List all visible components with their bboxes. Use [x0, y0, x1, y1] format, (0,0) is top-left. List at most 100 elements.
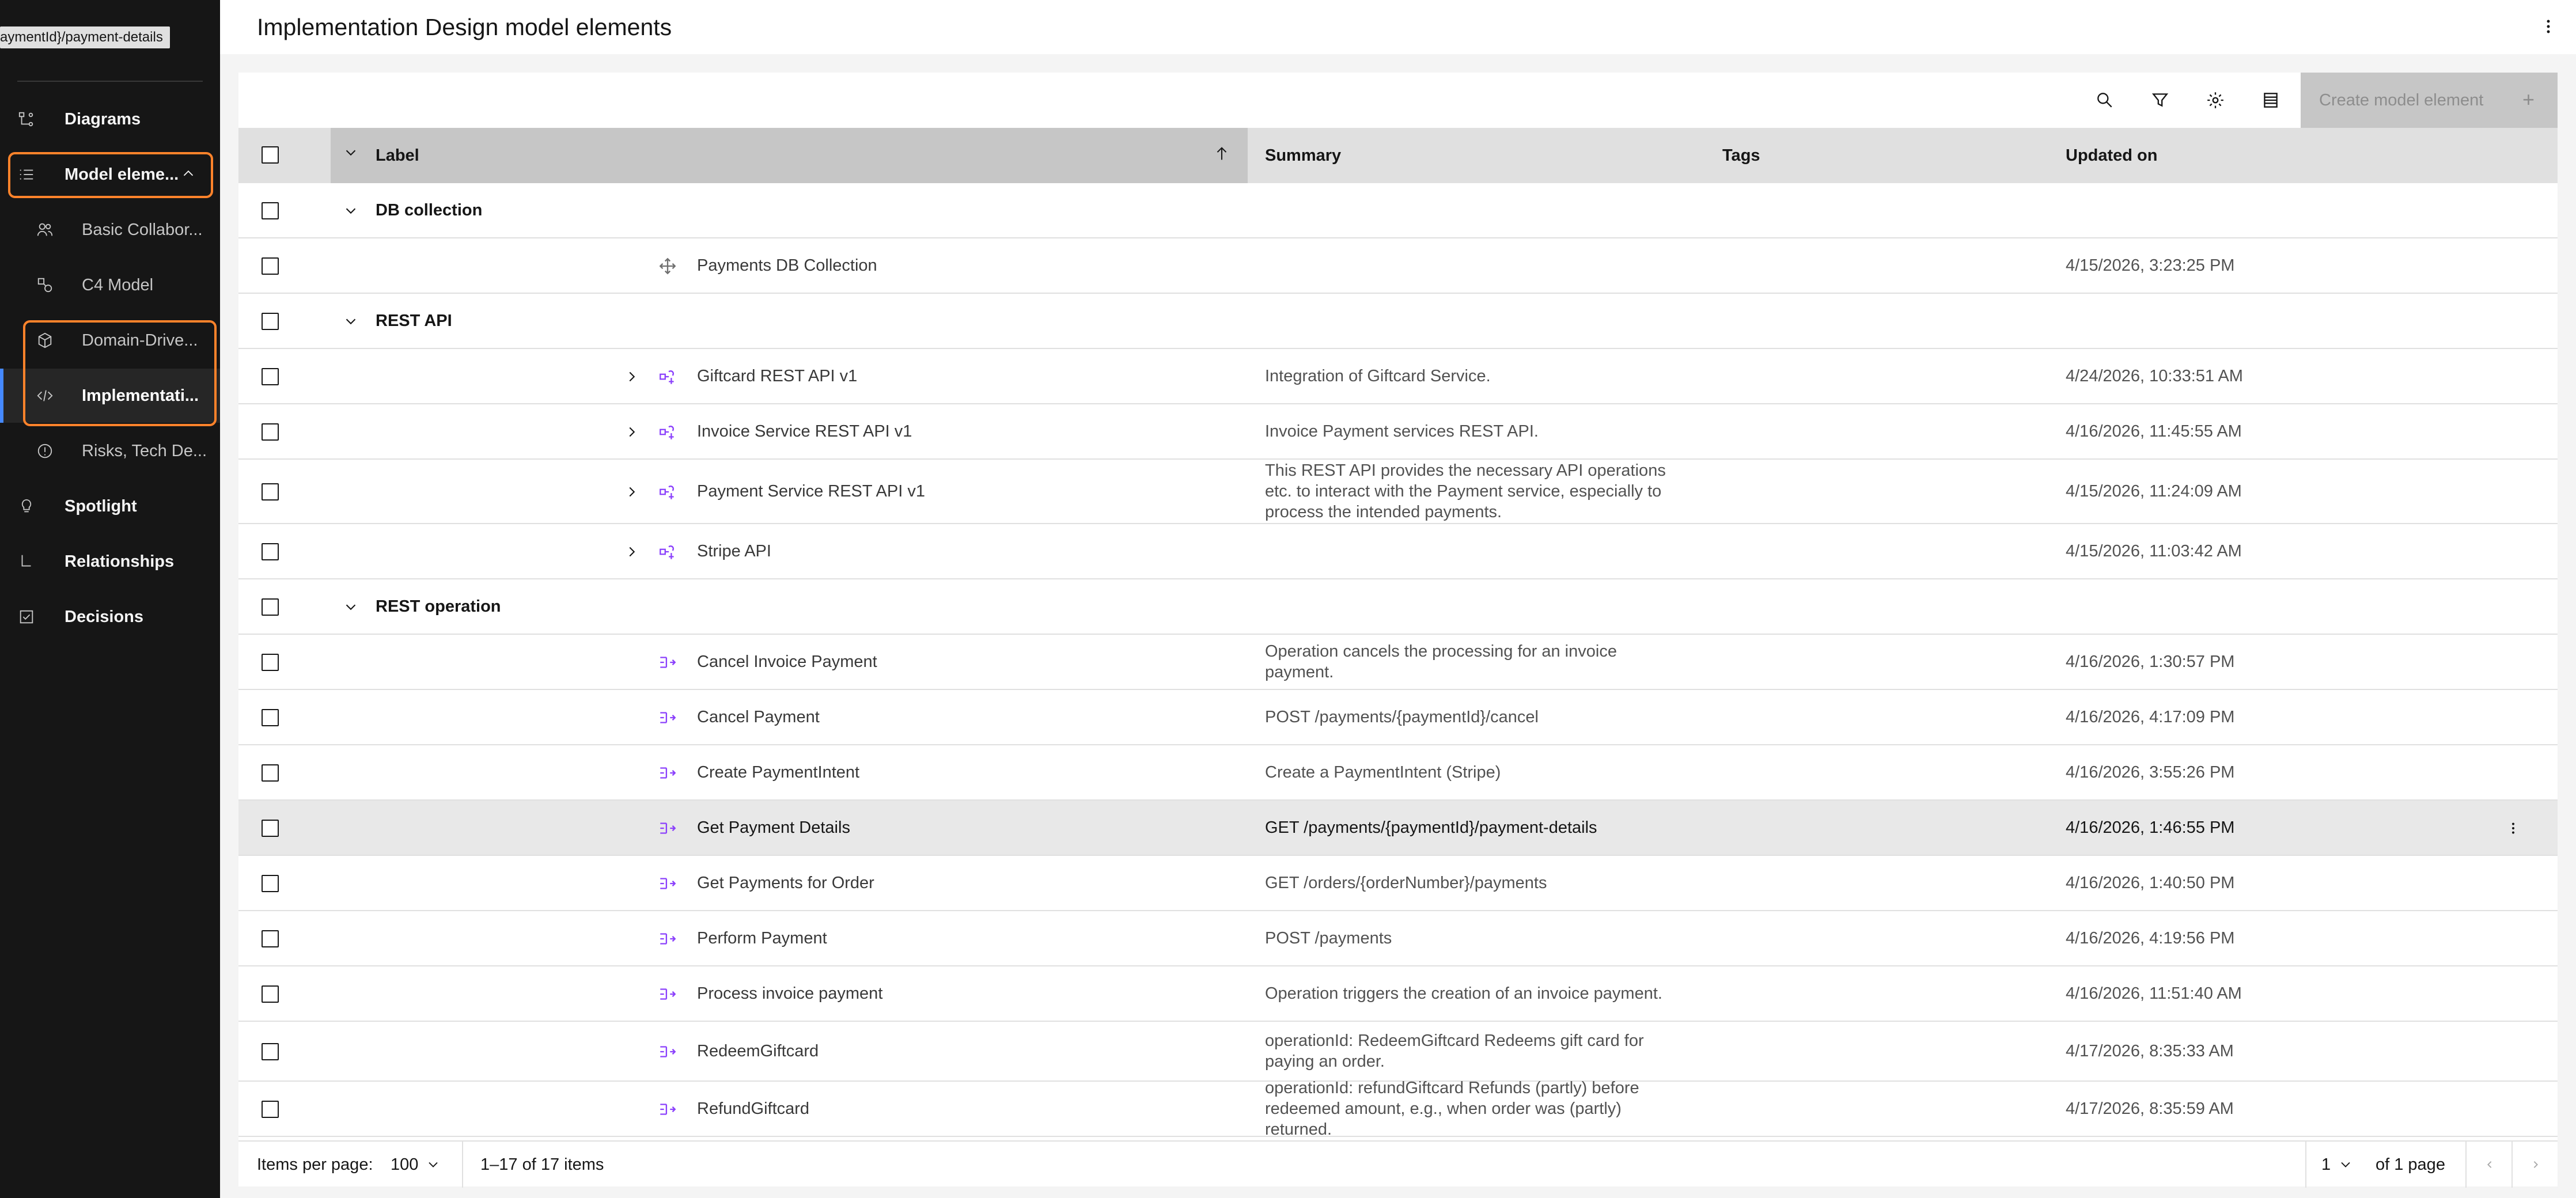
row-checkbox[interactable]: [262, 423, 279, 441]
row-label[interactable]: Payments DB Collection: [697, 238, 877, 293]
row-summary: Operation cancels the processing for an …: [1265, 642, 1617, 681]
table-group-row[interactable]: REST operation: [238, 579, 2558, 635]
chevron-right-icon[interactable]: [623, 483, 641, 501]
rest-api-icon: [658, 367, 677, 386]
items-per-page-label: Items per page:: [257, 1155, 373, 1174]
table-row[interactable]: Cancel Invoice Payment Operation cancels …: [238, 635, 2558, 690]
table-toolbar: Create model element +: [238, 73, 2558, 128]
row-label[interactable]: Payment Service REST API v1: [697, 460, 925, 523]
table-row[interactable]: Create PaymentIntent Create a PaymentInte…: [238, 745, 2558, 801]
sidebar-item-basic-collaboration[interactable]: Basic Collabor...: [0, 203, 220, 257]
row-label[interactable]: Get Payment Details: [697, 801, 850, 855]
table-row[interactable]: RefundGiftcard operationId: refundGiftcar…: [238, 1079, 2558, 1139]
table-row[interactable]: Payment Service REST API v1 This REST API…: [238, 460, 2558, 524]
sidebar-item-relationships[interactable]: Relationships: [0, 534, 220, 589]
search-button[interactable]: [2077, 73, 2132, 128]
next-page-button[interactable]: [2513, 1142, 2559, 1188]
column-header-updated-on[interactable]: Updated on: [2066, 128, 2158, 183]
sidebar-item-label: Risks, Tech De...: [82, 441, 207, 460]
sidebar-item-diagrams[interactable]: Diagrams: [0, 92, 220, 146]
pagination: Items per page: 100 1–17 of 17 items 1 o…: [238, 1140, 2559, 1188]
table-row[interactable]: Cancel Payment POST /payments/{paymentId}…: [238, 690, 2558, 745]
rest-operation-icon: [658, 818, 677, 838]
row-checkbox[interactable]: [262, 930, 279, 947]
chevron-down-icon[interactable]: [342, 598, 359, 616]
page-value: 1: [2321, 1155, 2331, 1174]
row-checkbox[interactable]: [262, 202, 279, 219]
sidebar-item-model-elements[interactable]: Model eleme...: [0, 147, 220, 202]
row-checkbox[interactable]: [262, 1043, 279, 1060]
checkbox-checked-icon: [17, 608, 36, 626]
sidebar-item-risks-tech-debt[interactable]: Risks, Tech De...: [0, 424, 220, 478]
settings-button[interactable]: [2188, 73, 2243, 128]
row-label[interactable]: Cancel Payment: [697, 690, 820, 744]
row-summary: Integration of Giftcard Service.: [1265, 367, 1491, 385]
row-label[interactable]: Stripe API: [697, 524, 771, 578]
pager-divider: [462, 1142, 463, 1188]
warning-icon: [36, 442, 54, 460]
row-checkbox[interactable]: [262, 709, 279, 726]
table-row[interactable]: Get Payment Details GET /payments/{paymen…: [238, 801, 2558, 856]
row-label[interactable]: Giftcard REST API v1: [697, 349, 857, 403]
previous-page-button[interactable]: [2467, 1142, 2513, 1188]
row-checkbox[interactable]: [262, 313, 279, 330]
filter-button[interactable]: [2132, 73, 2188, 128]
row-label[interactable]: Invoice Service REST API v1: [697, 404, 912, 458]
row-checkbox[interactable]: [262, 985, 279, 1003]
create-model-element-button[interactable]: Create model element +: [2301, 73, 2558, 128]
row-checkbox[interactable]: [262, 1101, 279, 1118]
sidebar-item-implementation[interactable]: Implementati...: [0, 369, 220, 423]
collapse-all-chevron-icon[interactable]: [342, 144, 359, 161]
sidebar-item-domain-driven[interactable]: Domain-Drive...: [0, 313, 220, 367]
filter-icon: [2151, 93, 2169, 107]
row-checkbox[interactable]: [262, 764, 279, 782]
table-row[interactable]: Perform Payment POST /payments 4/16/2026, …: [238, 911, 2558, 966]
sidebar-item-decisions[interactable]: Decisions: [0, 590, 220, 644]
row-checkbox[interactable]: [262, 820, 279, 837]
chevron-right-icon[interactable]: [623, 423, 641, 441]
sort-ascending-icon[interactable]: [1213, 145, 1230, 162]
chevron-right-icon[interactable]: [623, 368, 641, 385]
sidebar-item-c4-model[interactable]: C4 Model: [0, 258, 220, 312]
row-checkbox[interactable]: [262, 368, 279, 385]
select-all-checkbox[interactable]: [262, 146, 279, 164]
row-checkbox[interactable]: [262, 257, 279, 275]
sidebar-item-label: Relationships: [65, 552, 175, 571]
row-label[interactable]: RedeemGiftcard: [697, 1022, 819, 1081]
row-checkbox[interactable]: [262, 598, 279, 616]
chevron-down-icon[interactable]: [342, 202, 359, 219]
row-checkbox[interactable]: [262, 654, 279, 671]
table-group-row[interactable]: DB collection: [238, 183, 2558, 238]
items-per-page-select[interactable]: 100: [391, 1142, 448, 1188]
column-settings-button[interactable]: [2243, 73, 2298, 128]
row-label[interactable]: Process invoice payment: [697, 966, 882, 1021]
table-row[interactable]: RedeemGiftcard operationId: RedeemGiftcar…: [238, 1022, 2558, 1082]
row-label[interactable]: Get Payments for Order: [697, 856, 874, 910]
label-column-header[interactable]: Label: [331, 128, 1248, 183]
data-table: Create model element + Label Summary Tag…: [238, 73, 2559, 1188]
chevron-down-icon[interactable]: [342, 313, 359, 330]
table-row[interactable]: Payments DB Collection 4/15/2026, 3:23:25…: [238, 238, 2558, 294]
chevron-right-icon[interactable]: [623, 543, 641, 560]
table-row[interactable]: Invoice Service REST API v1 Invoice Payme…: [238, 404, 2558, 460]
row-checkbox[interactable]: [262, 483, 279, 501]
sidebar-item-spotlight[interactable]: Spotlight: [0, 479, 220, 533]
row-checkbox[interactable]: [262, 875, 279, 892]
row-label[interactable]: Cancel Invoice Payment: [697, 635, 877, 689]
row-updated-on: 4/16/2026, 11:45:55 AM: [2066, 422, 2242, 441]
page-select[interactable]: 1: [2321, 1142, 2367, 1188]
table-row[interactable]: Giftcard REST API v1 Integration of Giftc…: [238, 349, 2558, 404]
table-group-row[interactable]: REST API: [238, 294, 2558, 349]
row-overflow-menu-icon[interactable]: [2505, 820, 2522, 837]
row-label[interactable]: Create PaymentIntent: [697, 745, 859, 799]
table-row[interactable]: Stripe API 4/15/2026, 11:03:42 AM: [238, 524, 2558, 579]
rest-operation-icon: [658, 1100, 677, 1119]
row-checkbox[interactable]: [262, 543, 279, 560]
column-header-tags[interactable]: Tags: [1722, 128, 1760, 183]
table-row[interactable]: Get Payments for Order GET /orders/{order…: [238, 856, 2558, 911]
row-label[interactable]: Perform Payment: [697, 911, 827, 965]
overflow-menu-icon[interactable]: [2538, 16, 2559, 37]
table-row[interactable]: Process invoice payment Operation trigger…: [238, 966, 2558, 1022]
column-header-summary[interactable]: Summary: [1265, 128, 1341, 183]
row-label[interactable]: RefundGiftcard: [697, 1082, 809, 1136]
